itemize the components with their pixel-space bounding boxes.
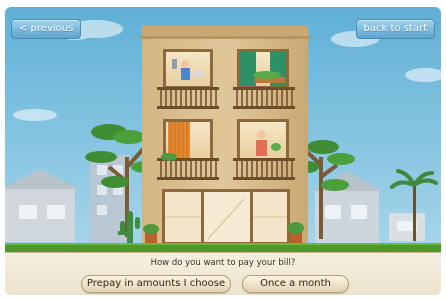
- monthly-choice-button[interactable]: Once a month: [242, 275, 349, 293]
- previous-button[interactable]: < previous: [11, 19, 82, 39]
- window-man-balcony: [237, 119, 289, 161]
- window-green-curtains: [237, 49, 289, 89]
- window-man-laptop: [163, 49, 213, 89]
- question-text: How do you want to pay your bill?: [150, 258, 296, 268]
- ground-floor-windows: [162, 189, 290, 245]
- apartment-scene: [5, 7, 441, 252]
- app-frame: < previous back to start How do you want…: [5, 7, 441, 295]
- prepay-choice-button[interactable]: Prepay in amounts I choose: [81, 275, 231, 293]
- question-panel: How do you want to pay your bill? Prepay…: [5, 252, 441, 295]
- apartment-building: [140, 26, 310, 248]
- back-to-start-button[interactable]: back to start: [355, 19, 435, 39]
